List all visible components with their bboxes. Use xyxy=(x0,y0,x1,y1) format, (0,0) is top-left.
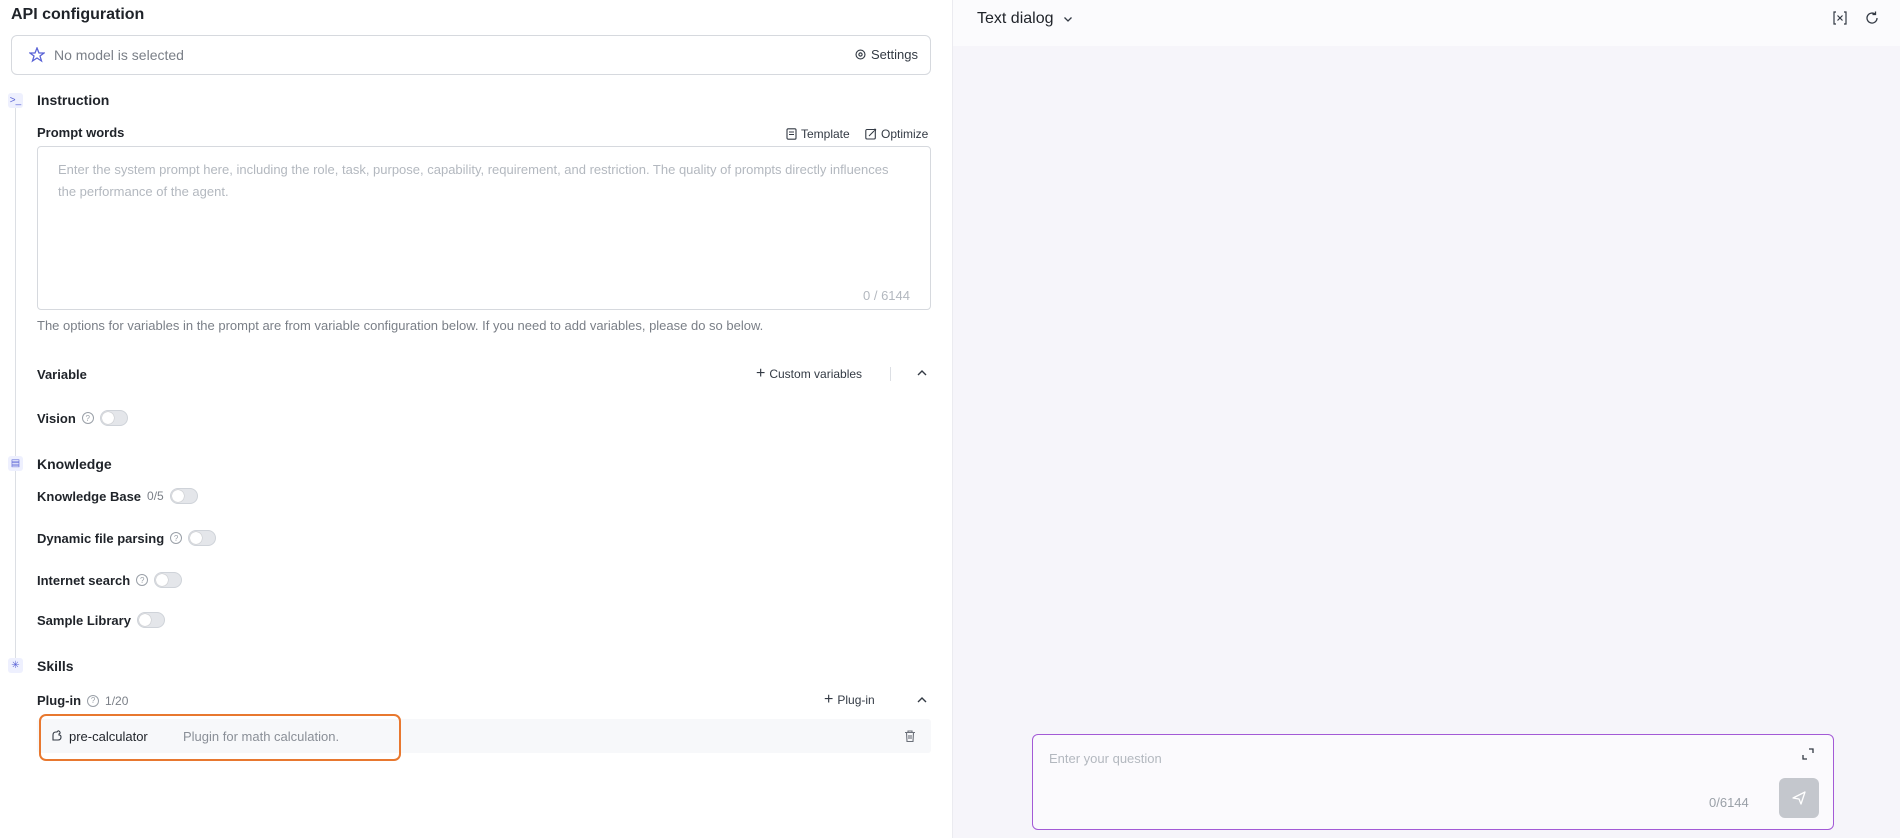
variable-label: Variable xyxy=(37,367,87,382)
model-icon xyxy=(29,47,45,63)
chevron-down-icon xyxy=(1063,17,1072,22)
dialog-title: Text dialog xyxy=(977,10,1054,27)
sample-library-label: Sample Library xyxy=(37,612,131,628)
template-button[interactable]: Template xyxy=(786,127,850,141)
help-icon: ? xyxy=(170,532,183,544)
book-icon: ▤ xyxy=(8,456,23,471)
knowledge-section-title: Knowledge xyxy=(37,456,112,472)
send-icon xyxy=(1792,791,1806,805)
internet-search-row: Internet search ? xyxy=(37,572,183,588)
chevron-up-icon[interactable] xyxy=(915,693,929,707)
variable-text: Variable xyxy=(37,367,87,382)
vision-toggle[interactable] xyxy=(99,410,128,426)
refresh-icon[interactable] xyxy=(1864,10,1880,26)
vision-row: Vision ? xyxy=(37,410,128,426)
plus-icon: + xyxy=(824,691,834,708)
divider xyxy=(890,367,891,381)
template-label: Template xyxy=(801,127,850,141)
dynamic-file-parsing-row: Dynamic file parsing ? xyxy=(37,530,217,546)
plugin-count: 1/20 xyxy=(105,693,129,708)
send-button[interactable] xyxy=(1779,778,1819,818)
question-placeholder: Enter your question xyxy=(1049,751,1162,766)
knowledge-base-label: Knowledge Base xyxy=(37,488,142,504)
custom-variables-label: Custom variables xyxy=(769,367,863,381)
knowledge-base-row: Knowledge Base 0/5 xyxy=(37,488,198,504)
document-icon xyxy=(786,128,797,140)
prompt-words-text: Prompt words xyxy=(37,125,125,140)
app-root: API configuration No model is selected S… xyxy=(0,0,1900,838)
optimize-button[interactable]: Optimize xyxy=(865,127,928,141)
plugin-row-header: Plug-in ? 1/20 xyxy=(37,693,128,708)
section-rail xyxy=(15,108,16,658)
knowledge-base-toggle[interactable] xyxy=(169,488,198,504)
help-icon: ? xyxy=(81,412,94,424)
settings-label: Settings xyxy=(871,47,918,62)
preview-panel: Text dialog Enter your question 0/6144 xyxy=(952,0,1900,838)
skills-section-title: Skills xyxy=(37,658,74,674)
settings-button[interactable]: Settings xyxy=(854,47,918,62)
config-panel: API configuration No model is selected S… xyxy=(0,0,952,838)
dynamic-file-parsing-label: Dynamic file parsing xyxy=(37,530,165,546)
help-icon: ? xyxy=(136,574,149,586)
model-selector[interactable]: No model is selected Settings xyxy=(11,35,931,75)
optimize-label: Optimize xyxy=(881,127,929,141)
add-plugin-label: Plug-in xyxy=(837,693,875,707)
prompt-words-label: Prompt words xyxy=(37,125,124,140)
knowledge-base-count: 0/5 xyxy=(147,489,164,503)
plus-icon: + xyxy=(756,365,766,382)
vision-label: Vision xyxy=(37,410,76,426)
terminal-icon: >_ xyxy=(8,93,23,108)
question-char-count: 0/6144 xyxy=(1709,795,1749,810)
preview-header: Text dialog xyxy=(953,0,1900,46)
variable-hint: The options for variables in the prompt … xyxy=(37,318,764,333)
help-icon: ? xyxy=(87,694,100,707)
model-placeholder: No model is selected xyxy=(54,47,184,63)
instruction-section-title: Instruction xyxy=(37,92,110,108)
clear-variables-icon[interactable] xyxy=(1832,10,1848,26)
add-plugin-button[interactable]: + Plug-in xyxy=(824,691,875,708)
sparkle-icon: ✳ xyxy=(8,658,23,673)
question-input[interactable]: Enter your question 0/6144 xyxy=(1032,734,1834,830)
internet-search-toggle[interactable] xyxy=(154,572,183,588)
dynamic-file-parsing-toggle[interactable] xyxy=(188,530,217,546)
chevron-up-icon[interactable] xyxy=(915,366,929,380)
prompt-textarea[interactable]: Enter the system prompt here, including … xyxy=(37,146,931,310)
prompt-char-count: 0 / 6144 xyxy=(863,288,910,303)
plugin-highlight-outline xyxy=(39,714,401,761)
custom-variables-button[interactable]: + Custom variables xyxy=(756,365,863,382)
page-title: API configuration xyxy=(11,6,145,23)
sample-library-toggle[interactable] xyxy=(136,612,165,628)
gear-icon xyxy=(855,49,866,60)
plugin-label: Plug-in xyxy=(37,693,82,708)
expand-icon[interactable] xyxy=(1801,747,1815,761)
trash-icon[interactable] xyxy=(903,729,917,743)
dialog-mode-dropdown[interactable]: Text dialog xyxy=(977,10,1074,28)
sample-library-row: Sample Library xyxy=(37,612,165,628)
internet-search-label: Internet search xyxy=(37,572,131,588)
optimize-icon xyxy=(865,128,877,140)
prompt-placeholder: Enter the system prompt here, including … xyxy=(58,162,889,199)
